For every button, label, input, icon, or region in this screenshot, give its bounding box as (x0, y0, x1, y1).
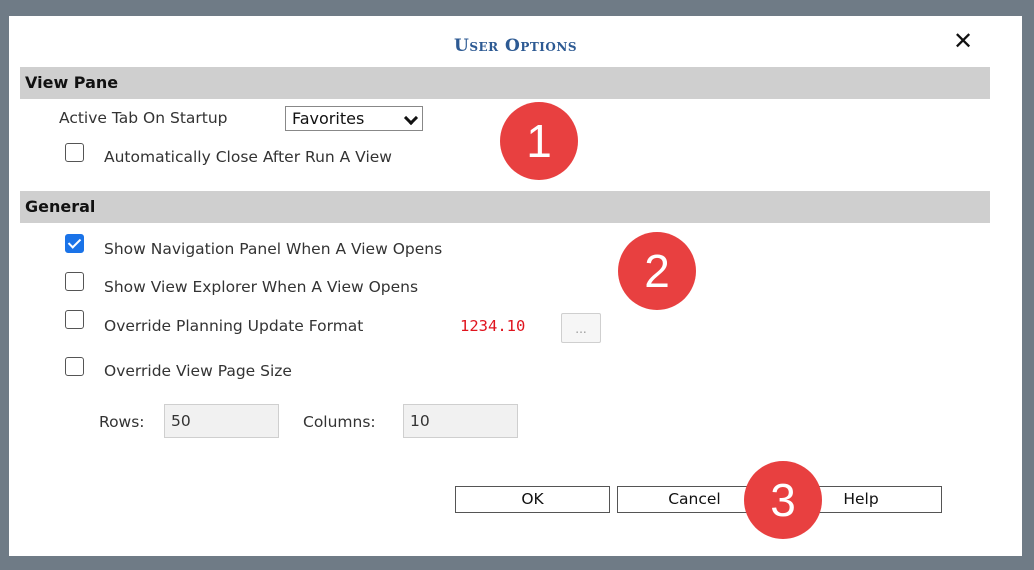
override-page-size-label: Override View Page Size (104, 362, 292, 380)
auto-close-checkbox[interactable] (65, 143, 84, 162)
override-page-size-checkbox[interactable] (65, 357, 84, 376)
active-tab-select[interactable]: Favorites (285, 106, 423, 131)
columns-input[interactable]: 10 (403, 404, 518, 438)
override-planning-label: Override Planning Update Format (104, 317, 364, 335)
chevron-down-icon (403, 110, 419, 126)
rows-label: Rows: (99, 413, 145, 431)
planning-format-value: 1234.10 (460, 317, 526, 335)
user-options-dialog: User Options ✕ View Pane Active Tab On S… (9, 16, 1022, 556)
dialog-title: User Options (454, 36, 577, 56)
active-tab-label: Active Tab On Startup (59, 109, 228, 127)
active-tab-value: Favorites (292, 109, 365, 128)
callout-badge-3: 3 (744, 461, 822, 539)
show-explorer-label: Show View Explorer When A View Opens (104, 278, 419, 296)
override-planning-checkbox[interactable] (65, 310, 84, 329)
section-general: General (20, 191, 990, 223)
show-nav-label: Show Navigation Panel When A View Opens (104, 240, 443, 258)
show-nav-checkbox[interactable] (65, 234, 84, 253)
callout-badge-2: 2 (618, 232, 696, 310)
columns-label: Columns: (303, 413, 376, 431)
ok-button[interactable]: OK (455, 486, 610, 513)
rows-input[interactable]: 50 (164, 404, 279, 438)
planning-format-button[interactable]: ... (561, 313, 601, 343)
show-explorer-checkbox[interactable] (65, 272, 84, 291)
section-view-pane: View Pane (20, 67, 990, 99)
close-icon[interactable]: ✕ (953, 29, 973, 53)
auto-close-label: Automatically Close After Run A View (104, 148, 392, 166)
callout-badge-1: 1 (500, 102, 578, 180)
